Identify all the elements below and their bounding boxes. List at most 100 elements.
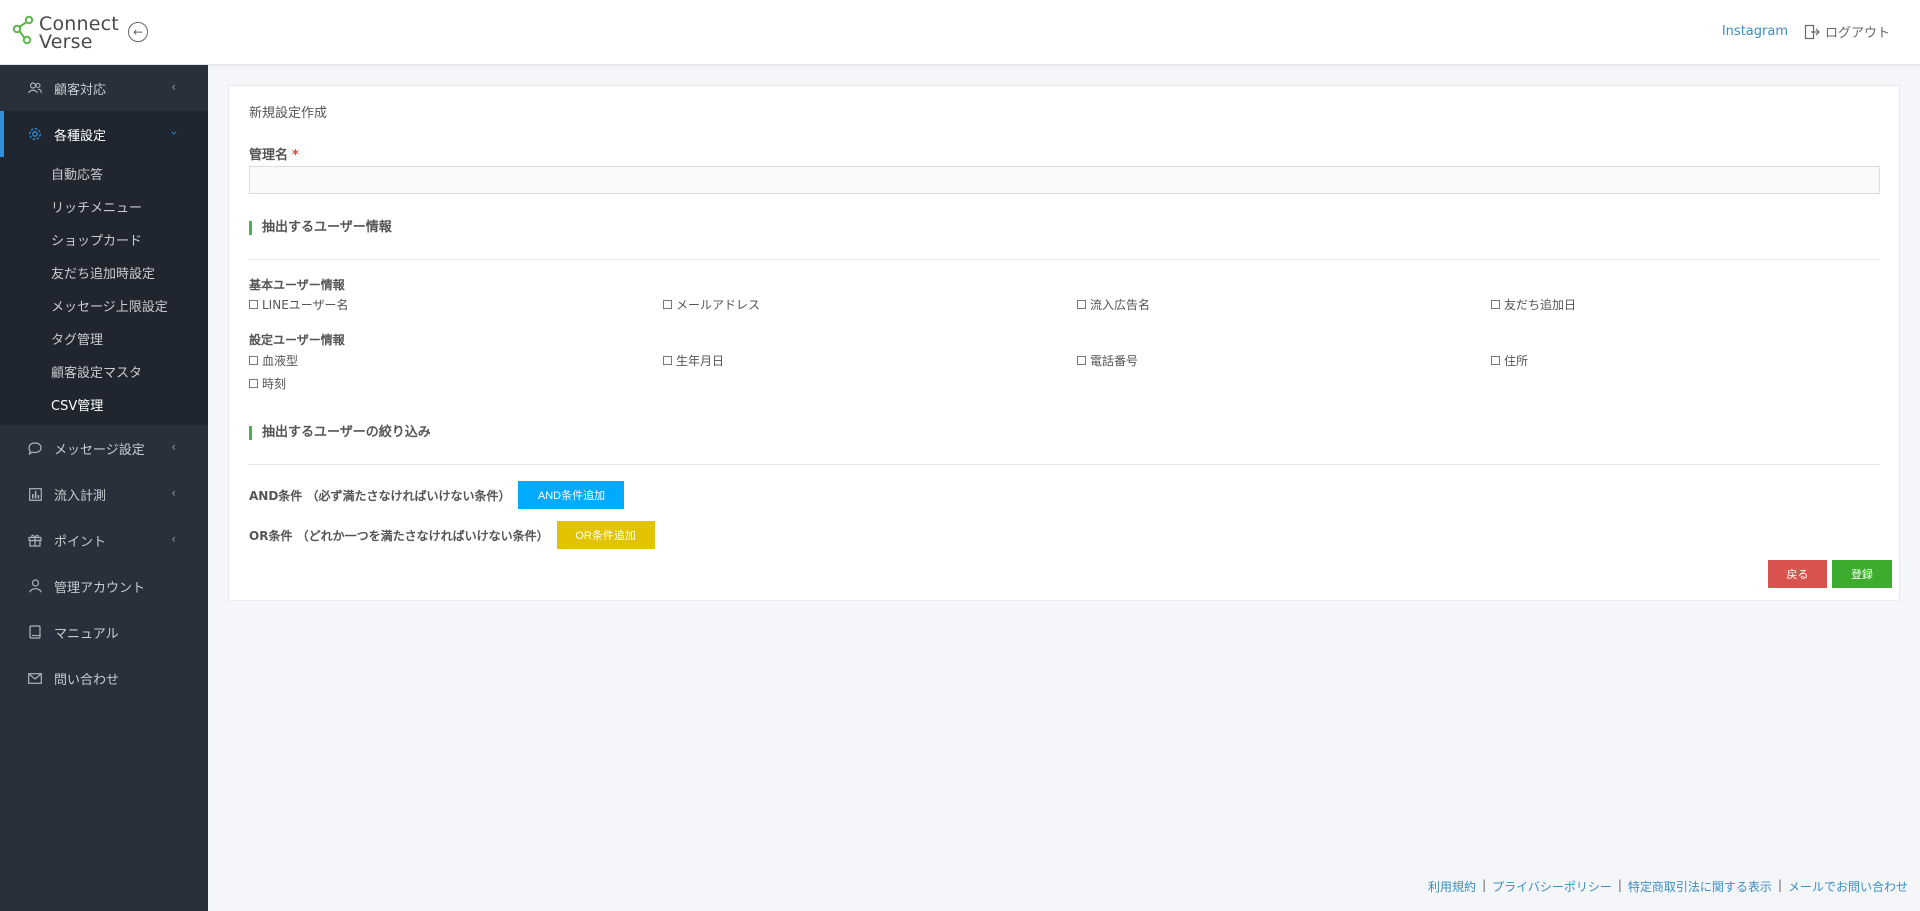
checkbox-box[interactable] — [249, 379, 258, 388]
logout-icon — [1804, 24, 1820, 39]
gift-icon — [26, 533, 44, 547]
checkbox-label: LINEユーザー名 — [262, 298, 349, 312]
submenu-shop-card[interactable]: ショップカード — [0, 223, 208, 256]
sidebar-item-admin-account[interactable]: 管理アカウント — [0, 563, 208, 609]
logo-mark-icon — [12, 15, 34, 45]
footer-separator: | — [1777, 878, 1782, 892]
submenu-friend-add-settings[interactable]: 友だち追加時設定 — [0, 256, 208, 289]
users-icon — [26, 82, 44, 94]
management-name-input[interactable] — [249, 166, 1880, 194]
footer-link-terms[interactable]: 利用規約 — [1428, 878, 1476, 895]
basic-user-info-label: 基本ユーザー情報 — [249, 278, 345, 292]
instagram-link[interactable]: Instagram — [1722, 24, 1788, 39]
or-condition-label: OR条件 （どれか一つを満たさなければいけない条件） — [249, 528, 549, 543]
sidebar-item-label: 流入計測 — [54, 488, 107, 504]
chevron-left-icon: ‹ — [171, 440, 176, 454]
checkbox-label: 友だち追加日 — [1504, 298, 1577, 312]
footer-link-email-contact[interactable]: メールでお問い合わせ — [1788, 878, 1908, 895]
sidebar-item-contact[interactable]: 問い合わせ — [0, 655, 208, 701]
checkbox-friend-added-date[interactable]: 友だち追加日 — [1491, 296, 1576, 313]
chevron-left-icon: ‹ — [171, 80, 176, 94]
footer-separator: | — [1617, 878, 1622, 892]
mail-icon — [26, 672, 44, 684]
footer-links: 利用規約 | プライバシーポリシー | 特定商取引法に関する表示 | メールでお… — [1428, 878, 1908, 895]
sidebar-item-manual[interactable]: マニュアル — [0, 609, 208, 655]
chat-icon — [26, 441, 44, 455]
checkbox-box[interactable] — [1077, 356, 1086, 365]
submenu-tag-management[interactable]: タグ管理 — [0, 322, 208, 355]
checkbox-line-user-name[interactable]: LINEユーザー名 — [249, 296, 349, 313]
divider — [249, 259, 1880, 260]
management-name-label-text: 管理名 — [249, 148, 289, 163]
register-button[interactable]: 登録 — [1832, 560, 1892, 588]
book-icon — [26, 625, 44, 639]
sidebar-item-label: 管理アカウント — [54, 580, 146, 596]
submenu-rich-menu[interactable]: リッチメニュー — [0, 190, 208, 223]
sidebar-item-customer-support[interactable]: 顧客対応 ‹ — [0, 65, 208, 111]
checkbox-label: 生年月日 — [676, 354, 725, 368]
settings-submenu: 自動応答 リッチメニュー ショップカード 友だち追加時設定 メッセージ上限設定 … — [0, 157, 208, 425]
logout-button[interactable]: ログアウト — [1804, 22, 1890, 41]
submenu-message-limit[interactable]: メッセージ上限設定 — [0, 289, 208, 322]
chevron-left-icon: ‹ — [171, 532, 176, 546]
sidebar: 顧客対応 ‹ 各種設定 ‹ 自動応答 リッチメニュー ショップカード 友だち追加… — [0, 65, 208, 911]
and-condition-row: AND条件 （必ず満たさなければいけない条件） AND条件追加 — [249, 481, 625, 509]
checkbox-box[interactable] — [1077, 300, 1086, 309]
footer-separator: | — [1482, 878, 1487, 892]
add-and-condition-button[interactable]: AND条件追加 — [518, 481, 625, 509]
sidebar-collapse-button[interactable]: ← — [128, 22, 148, 42]
sidebar-item-label: マニュアル — [54, 626, 119, 642]
user-icon — [26, 579, 44, 593]
checkbox-box[interactable] — [249, 300, 258, 309]
checkbox-box[interactable] — [663, 356, 672, 365]
checkbox-blood-type[interactable]: 血液型 — [249, 352, 298, 369]
checkbox-label: 電話番号 — [1090, 354, 1139, 368]
management-name-label: 管理名 * — [249, 144, 299, 163]
footer-link-commercial-law[interactable]: 特定商取引法に関する表示 — [1628, 878, 1772, 895]
checkbox-box[interactable] — [663, 300, 672, 309]
submenu-csv-management[interactable]: CSV管理 — [0, 388, 208, 421]
section-filter-users: 抽出するユーザーの絞り込み — [249, 426, 431, 440]
checkbox-label: 流入広告名 — [1090, 298, 1151, 312]
and-condition-label: AND条件 （必ず満たさなければいけない条件） — [249, 488, 511, 503]
chart-icon — [26, 487, 44, 501]
sidebar-item-points[interactable]: ポイント ‹ — [0, 517, 208, 563]
checkbox-phone-number[interactable]: 電話番号 — [1077, 352, 1138, 369]
checkbox-label: 住所 — [1504, 354, 1529, 368]
sidebar-item-label: 顧客対応 — [54, 82, 107, 98]
new-setting-form-card: 新規設定作成 管理名 * 抽出するユーザー情報 基本ユーザー情報 LINEユーザー… — [228, 85, 1900, 601]
or-condition-row: OR条件 （どれか一つを満たさなければいけない条件） OR条件追加 — [249, 521, 655, 549]
checkbox-email-address[interactable]: メールアドレス — [663, 296, 760, 313]
submenu-auto-reply[interactable]: 自動応答 — [0, 157, 208, 190]
sidebar-item-settings[interactable]: 各種設定 ‹ — [0, 111, 208, 157]
back-button[interactable]: 戻る — [1768, 560, 1827, 588]
checkbox-box[interactable] — [1491, 300, 1500, 309]
arrow-left-icon: ← — [132, 25, 144, 39]
divider — [249, 464, 1880, 465]
checkbox-inflow-ad-name[interactable]: 流入広告名 — [1077, 296, 1150, 313]
sidebar-item-label: 各種設定 — [54, 128, 107, 144]
checkbox-birth-date[interactable]: 生年月日 — [663, 352, 724, 369]
sidebar-item-inflow-measurement[interactable]: 流入計測 ‹ — [0, 471, 208, 517]
checkbox-box[interactable] — [1491, 356, 1500, 365]
sidebar-item-label: 問い合わせ — [54, 672, 120, 688]
required-mark: * — [292, 148, 299, 163]
checkbox-box[interactable] — [249, 356, 258, 365]
top-header: Connect Verse ← Instagram ログアウト — [0, 0, 1920, 65]
submenu-customer-master[interactable]: 顧客設定マスタ — [0, 355, 208, 388]
section-extract-user-info: 抽出するユーザー情報 — [249, 221, 392, 235]
sidebar-item-label: ポイント — [54, 534, 107, 550]
checkbox-time[interactable]: 時刻 — [249, 375, 286, 392]
sidebar-item-label: メッセージ設定 — [54, 442, 145, 458]
checkbox-label: メールアドレス — [676, 298, 761, 312]
add-or-condition-button[interactable]: OR条件追加 — [556, 521, 655, 549]
settings-user-info-label: 設定ユーザー情報 — [249, 333, 345, 347]
chevron-down-icon: ‹ — [166, 130, 181, 136]
gear-icon — [26, 127, 44, 141]
connectverse-logo[interactable]: Connect Verse — [12, 12, 122, 52]
sidebar-item-message-settings[interactable]: メッセージ設定 ‹ — [0, 425, 208, 471]
checkbox-label: 時刻 — [262, 377, 287, 391]
checkbox-address[interactable]: 住所 — [1491, 352, 1528, 369]
footer-link-privacy-policy[interactable]: プライバシーポリシー — [1492, 878, 1612, 895]
form-title: 新規設定作成 — [249, 106, 328, 121]
